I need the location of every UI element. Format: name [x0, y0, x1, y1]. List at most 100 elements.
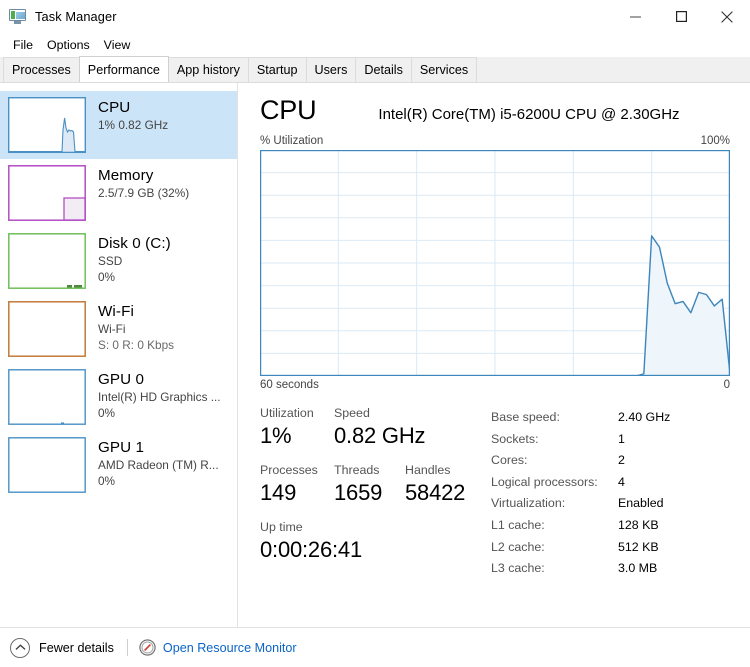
- chart-top-labels: % Utilization 100%: [260, 135, 730, 147]
- tab-strip: Processes Performance App history Startu…: [0, 56, 750, 83]
- sidebar-item-gpu1-title: GPU 1: [98, 439, 145, 456]
- window-controls: [612, 0, 750, 33]
- stat-uptime-label: Up time: [260, 520, 303, 534]
- sidebar-item-memory[interactable]: Memory 2.5/7.9 GB (32%): [0, 159, 237, 227]
- spec-key-sockets: Sockets:: [491, 431, 539, 446]
- close-icon[interactable]: [704, 0, 750, 33]
- tab-performance[interactable]: Performance: [78, 56, 169, 82]
- sidebar-item-cpu-text: CPU 1% 0.82 GHz: [98, 97, 168, 133]
- cpu-thumbnail-graph: [8, 97, 86, 153]
- resource-sidebar: CPU 1% 0.82 GHz Memory 2.5/7.9 GB (32%): [0, 83, 238, 627]
- cpu-header: CPU Intel(R) Core(TM) i5-6200U CPU @ 2.3…: [260, 95, 730, 126]
- stat-speed: Speed 0.82 GHz: [334, 405, 484, 451]
- sidebar-item-wifi-title: Wi-Fi: [98, 303, 134, 320]
- sidebar-item-cpu-sub: 1% 0.82 GHz: [98, 118, 169, 132]
- tab-users[interactable]: Users: [305, 57, 357, 82]
- spec-row-l1-cache: L1 cache: 128 KB: [491, 515, 730, 537]
- stat-handles-label: Handles: [405, 463, 451, 477]
- sidebar-item-gpu1[interactable]: GPU 1 AMD Radeon (TM) R... 0%: [0, 431, 237, 499]
- sidebar-item-cpu[interactable]: CPU 1% 0.82 GHz: [0, 91, 237, 159]
- sidebar-item-disk-sub2: 0%: [98, 270, 116, 284]
- stat-utilization: Utilization 1%: [260, 405, 334, 451]
- tab-details[interactable]: Details: [355, 57, 412, 82]
- spec-row-l3-cache: L3 cache: 3.0 MB: [491, 558, 730, 580]
- menu-item-options[interactable]: Options: [41, 36, 98, 54]
- cpu-model-name: Intel(R) Core(TM) i5-6200U CPU @ 2.30GHz: [378, 106, 680, 123]
- spec-value-sockets: 1: [618, 431, 625, 446]
- chart-y-min-label: 0: [723, 379, 730, 391]
- cpu-specs-table: Base speed: 2.40 GHz Sockets: 1 Cores: 2…: [488, 405, 730, 580]
- sidebar-item-memory-title: Memory: [98, 167, 154, 184]
- sidebar-item-gpu1-sub2: 0%: [98, 474, 116, 488]
- stat-handles: Handles 58422: [405, 462, 485, 508]
- spec-key-l3-cache: L3 cache:: [491, 561, 545, 576]
- stat-processes-value: 149: [260, 480, 297, 505]
- sidebar-item-gpu0-sub1: Intel(R) HD Graphics ...: [98, 390, 221, 404]
- task-manager-window: Task Manager File Options View Processes…: [0, 0, 750, 667]
- spec-row-base-speed: Base speed: 2.40 GHz: [491, 407, 730, 429]
- fewer-details-button[interactable]: Fewer details: [39, 641, 114, 655]
- chevron-up-icon[interactable]: [10, 637, 30, 658]
- chart-bottom-labels: 60 seconds 0: [260, 379, 730, 391]
- gpu0-thumbnail-graph: [8, 369, 86, 425]
- status-bar: Fewer details Open Resource Monitor: [0, 627, 750, 667]
- menu-item-file[interactable]: File: [7, 36, 41, 54]
- spec-key-base-speed: Base speed:: [491, 410, 560, 424]
- resource-monitor-icon: [139, 639, 156, 656]
- spec-key-logical-processors: Logical processors:: [491, 474, 598, 489]
- sidebar-item-disk-text: Disk 0 (C:) SSD 0%: [98, 233, 171, 285]
- tab-services[interactable]: Services: [410, 57, 478, 82]
- cpu-utilization-chart: [260, 150, 730, 376]
- stat-uptime-value: 0:00:26:41: [260, 537, 362, 562]
- menu-item-view[interactable]: View: [98, 36, 139, 54]
- stat-processes: Processes 149: [260, 462, 334, 508]
- spec-value-l3-cache: 3.0 MB: [618, 561, 658, 576]
- chart-y-axis-label: % Utilization: [260, 135, 324, 147]
- stat-processes-label: Processes: [260, 463, 318, 477]
- window-title: Task Manager: [35, 9, 117, 24]
- spec-key-cores: Cores:: [491, 453, 528, 468]
- spec-row-sockets: Sockets: 1: [491, 429, 730, 451]
- tab-startup[interactable]: Startup: [247, 57, 307, 82]
- sidebar-item-memory-sub: 2.5/7.9 GB (32%): [98, 186, 190, 200]
- sidebar-item-gpu0-text: GPU 0 Intel(R) HD Graphics ... 0%: [98, 369, 221, 421]
- spec-value-logical-processors: 4: [618, 474, 625, 489]
- task-manager-icon: [9, 8, 27, 25]
- sidebar-item-gpu0[interactable]: GPU 0 Intel(R) HD Graphics ... 0%: [0, 363, 237, 431]
- stat-row-1: Utilization 1% Speed 0.82 GHz: [260, 405, 488, 451]
- stat-utilization-label: Utilization: [260, 406, 314, 420]
- disk-thumbnail-graph: [8, 233, 86, 289]
- minimize-icon[interactable]: [612, 0, 658, 33]
- chart-y-max-label: 100%: [700, 135, 730, 147]
- tab-app-history[interactable]: App history: [167, 57, 249, 82]
- stat-speed-label: Speed: [334, 406, 370, 420]
- performance-detail-panel: CPU Intel(R) Core(TM) i5-6200U CPU @ 2.3…: [238, 83, 750, 627]
- sidebar-item-gpu1-sub1: AMD Radeon (TM) R...: [98, 458, 219, 472]
- sidebar-item-memory-text: Memory 2.5/7.9 GB (32%): [98, 165, 189, 201]
- stat-utilization-value: 1%: [260, 423, 292, 448]
- open-resource-monitor-link[interactable]: Open Resource Monitor: [163, 641, 297, 655]
- wifi-thumbnail-graph: [8, 301, 86, 357]
- stat-row-3: Up time 0:00:26:41: [260, 519, 488, 565]
- sidebar-item-wifi[interactable]: Wi-Fi Wi-Fi S: 0 R: 0 Kbps: [0, 295, 237, 363]
- spec-value-l2-cache: 512 KB: [618, 539, 659, 554]
- tab-processes[interactable]: Processes: [3, 57, 80, 82]
- sidebar-item-wifi-text: Wi-Fi Wi-Fi S: 0 R: 0 Kbps: [98, 301, 174, 353]
- spec-key-l1-cache: L1 cache:: [491, 517, 545, 532]
- sidebar-item-disk[interactable]: Disk 0 (C:) SSD 0%: [0, 227, 237, 295]
- spec-value-cores: 2: [618, 453, 625, 468]
- stat-threads-value: 1659: [334, 480, 383, 505]
- sidebar-item-wifi-sub2: S: 0 R: 0 Kbps: [98, 338, 175, 352]
- status-divider: [126, 639, 128, 656]
- stat-handles-value: 58422: [405, 480, 466, 505]
- spec-key-l2-cache: L2 cache:: [491, 539, 545, 554]
- spec-key-virtualization: Virtualization:: [491, 496, 566, 511]
- stats-section: Utilization 1% Speed 0.82 GHz Processes …: [260, 405, 730, 580]
- gpu1-thumbnail-graph: [8, 437, 86, 493]
- spec-row-virtualization: Virtualization: Enabled: [491, 493, 730, 515]
- maximize-icon[interactable]: [658, 0, 704, 33]
- stat-uptime: Up time 0:00:26:41: [260, 519, 362, 565]
- memory-thumbnail-graph: [8, 165, 86, 221]
- spec-value-base-speed: 2.40 GHz: [618, 410, 671, 424]
- page-title: CPU: [260, 95, 317, 125]
